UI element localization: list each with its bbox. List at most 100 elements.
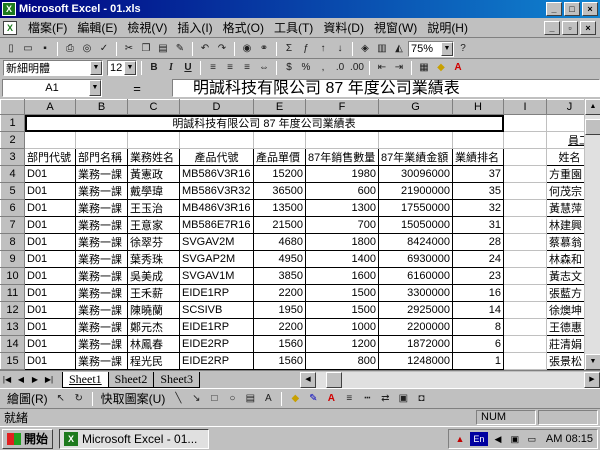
data-cell[interactable]: D01 (24, 284, 76, 302)
cell[interactable] (503, 301, 547, 319)
data-cell[interactable]: 8424000 (378, 233, 453, 251)
data-cell[interactable]: 王禾薪 (127, 284, 180, 302)
fill-color-icon[interactable]: ◆ (433, 60, 449, 76)
column-header[interactable]: D (179, 99, 254, 115)
prev-sheet-icon[interactable]: ◀ (14, 373, 28, 387)
scroll-thumb[interactable] (585, 119, 600, 135)
data-cell[interactable]: 1800 (305, 233, 379, 251)
menu-window[interactable]: 視窗(W) (369, 19, 422, 36)
bold-button[interactable]: B (146, 60, 162, 76)
cell[interactable] (503, 284, 547, 302)
row-header[interactable]: 14 (0, 335, 25, 353)
monitor-icon[interactable]: ▭ (525, 432, 539, 446)
office-assistant-icon[interactable]: ? (455, 41, 471, 57)
last-sheet-icon[interactable]: ▶| (42, 373, 56, 387)
data-cell[interactable]: 3300000 (378, 284, 453, 302)
row-header[interactable]: 2 (0, 131, 25, 149)
dash-style-icon[interactable]: ┅ (359, 391, 375, 407)
data-cell[interactable]: 1300 (305, 199, 379, 217)
data-cell[interactable]: 4680 (253, 233, 306, 251)
data-cell[interactable]: D01 (24, 352, 76, 370)
data-cell[interactable]: 1500 (305, 301, 379, 319)
tab-sheet1[interactable]: Sheet1 (62, 371, 109, 388)
data-cell[interactable]: 戴學瑋 (127, 182, 180, 200)
data-cell[interactable]: MB586V3R16 (179, 165, 254, 183)
data-cell[interactable]: 鄭元杰 (127, 318, 180, 336)
data-cell[interactable]: 1400 (305, 250, 379, 268)
row-header[interactable]: 15 (0, 352, 25, 370)
data-cell[interactable]: 4950 (253, 250, 306, 268)
data-cell[interactable]: 黃憲政 (127, 165, 180, 183)
cell[interactable] (127, 131, 180, 149)
row-header[interactable]: 11 (0, 284, 25, 302)
data-cell[interactable]: 1000 (305, 318, 379, 336)
column-header[interactable]: F (305, 99, 379, 115)
column-title-cell[interactable]: 87年銷售數量 (305, 148, 379, 166)
data-cell[interactable]: 600 (305, 182, 379, 200)
row-header[interactable]: 7 (0, 216, 25, 234)
data-cell[interactable]: D01 (24, 233, 76, 251)
data-cell[interactable]: MB586E7R16 (179, 216, 254, 234)
column-title-cell[interactable]: 業績排名 (452, 148, 504, 166)
data-cell[interactable]: 3850 (253, 267, 306, 285)
line-icon[interactable]: ╲ (170, 391, 186, 407)
italic-button[interactable]: I (163, 60, 179, 76)
chevron-down-icon[interactable]: ▼ (90, 60, 102, 75)
column-header[interactable]: I (503, 99, 547, 115)
data-cell[interactable]: MB486V3R16 (179, 199, 254, 217)
row-header[interactable]: 3 (0, 148, 25, 166)
data-cell[interactable]: 13500 (253, 199, 306, 217)
cell[interactable] (503, 335, 547, 353)
font-color-icon[interactable]: A (450, 60, 466, 76)
row-header[interactable]: 13 (0, 318, 25, 336)
row-header[interactable]: 8 (0, 233, 25, 251)
data-cell[interactable]: 37 (452, 165, 504, 183)
cell[interactable] (503, 165, 547, 183)
data-cell[interactable]: 1980 (305, 165, 379, 183)
currency-icon[interactable]: $ (281, 60, 297, 76)
data-cell[interactable]: 業務一課 (75, 233, 128, 251)
column-title-cell[interactable]: 部門代號 (24, 148, 76, 166)
data-cell[interactable]: 徐翠芬 (127, 233, 180, 251)
data-cell[interactable]: 30096000 (378, 165, 453, 183)
menu-insert[interactable]: 插入(I) (172, 19, 217, 36)
task-excel-button[interactable]: X Microsoft Excel - 01... (59, 428, 210, 449)
data-cell[interactable]: SCSIVB (179, 301, 254, 319)
data-cell[interactable]: 業務一課 (75, 352, 128, 370)
menu-edit[interactable]: 編輯(E) (72, 19, 122, 36)
column-header[interactable]: B (75, 99, 128, 115)
line-style-icon[interactable]: ≡ (341, 391, 357, 407)
network-icon[interactable]: ▣ (508, 432, 522, 446)
rotate-icon[interactable]: ↻ (71, 391, 87, 407)
chevron-down-icon[interactable]: ▼ (441, 41, 453, 56)
scroll-down-icon[interactable]: ▼ (585, 354, 600, 370)
data-cell[interactable]: 6160000 (378, 267, 453, 285)
data-cell[interactable]: 21900000 (378, 182, 453, 200)
data-cell[interactable]: SVGAP2M (179, 250, 254, 268)
line-color-icon[interactable]: ✎ (305, 391, 321, 407)
data-cell[interactable]: 21500 (253, 216, 306, 234)
data-cell[interactable]: 業務一課 (75, 284, 128, 302)
worksheet-grid[interactable]: A B C D E F G H I J 1 明誠科技有限公司 87 年度公司業績… (0, 99, 600, 370)
row-header[interactable]: 10 (0, 267, 25, 285)
data-cell[interactable]: 14 (452, 301, 504, 319)
font-color-icon[interactable]: A (323, 391, 339, 407)
paste-icon[interactable]: ▤ (155, 41, 171, 57)
data-cell[interactable]: 業務一課 (75, 267, 128, 285)
chevron-down-icon[interactable]: ▼ (89, 80, 101, 96)
map-icon[interactable]: ◈ (357, 41, 373, 57)
cell[interactable] (503, 114, 547, 132)
web-icon[interactable]: ◉ (239, 41, 255, 57)
column-header[interactable]: A (24, 99, 76, 115)
copy-icon[interactable]: ❐ (138, 41, 154, 57)
report-title-cell[interactable]: 明誠科技有限公司 87 年度公司業績表 (24, 114, 504, 132)
scroll-up-icon[interactable]: ▲ (585, 99, 600, 115)
chart-wizard-icon[interactable]: ▥ (374, 41, 390, 57)
workbook-icon[interactable]: X (3, 20, 17, 35)
drawing-icon[interactable]: ◭ (391, 41, 407, 57)
data-cell[interactable]: MB586V3R32 (179, 182, 254, 200)
vertical-scrollbar[interactable]: ▲ ▼ (584, 99, 600, 370)
fill-color-icon[interactable]: ◆ (287, 391, 303, 407)
column-header[interactable]: H (452, 99, 504, 115)
data-cell[interactable]: 2925000 (378, 301, 453, 319)
